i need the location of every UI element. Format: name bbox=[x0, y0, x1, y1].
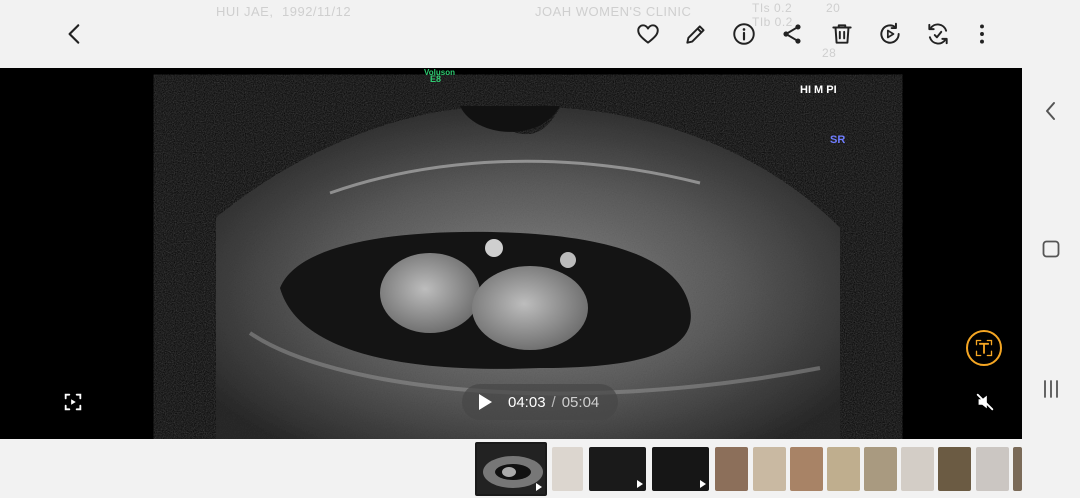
capture-frame-button[interactable] bbox=[55, 384, 91, 420]
thumbnail[interactable] bbox=[976, 447, 1009, 491]
delete-button[interactable] bbox=[822, 14, 862, 54]
patient-name: HUI JAE, bbox=[216, 4, 274, 19]
play-icon bbox=[479, 394, 492, 410]
filmstrip bbox=[0, 439, 1022, 498]
volume-mute-icon bbox=[976, 393, 994, 411]
video-effect-button[interactable] bbox=[870, 14, 910, 54]
favorite-button[interactable] bbox=[628, 14, 668, 54]
video-play-icon bbox=[536, 483, 542, 491]
current-time: 04:03 bbox=[508, 393, 546, 411]
nav-recents-button[interactable] bbox=[1036, 374, 1066, 404]
share-icon bbox=[783, 24, 801, 44]
overlay-number-top: 20 bbox=[826, 1, 841, 15]
edit-button[interactable] bbox=[676, 14, 716, 54]
home-square-icon bbox=[1042, 240, 1060, 258]
thumbnail-selected[interactable] bbox=[475, 442, 547, 496]
thumbnail[interactable] bbox=[652, 447, 709, 491]
remaster-button[interactable] bbox=[918, 14, 958, 54]
share-button[interactable] bbox=[772, 14, 812, 54]
preset-label: HI M PI bbox=[800, 84, 837, 96]
more-options-button[interactable] bbox=[962, 14, 1002, 54]
nav-home-button[interactable] bbox=[1036, 234, 1066, 264]
rotate-play-icon bbox=[880, 22, 900, 44]
tis-value: TIs 0.2 bbox=[752, 1, 793, 15]
trash-icon bbox=[832, 24, 852, 44]
info-icon bbox=[733, 23, 755, 45]
system-nav-bar bbox=[1022, 0, 1080, 498]
thumbnail[interactable] bbox=[827, 447, 860, 491]
text-extract-button[interactable] bbox=[966, 330, 1002, 366]
pencil-icon bbox=[686, 25, 705, 44]
text-recognition-icon bbox=[975, 339, 993, 357]
play-button[interactable] bbox=[462, 384, 508, 420]
thumbnail[interactable] bbox=[1013, 447, 1022, 491]
recents-icon bbox=[1044, 380, 1058, 398]
time-separator: / bbox=[551, 393, 556, 411]
video-viewer[interactable]: Voluson E8 HI M PI SR 25 04:03 / 05:04 bbox=[0, 68, 1022, 439]
sync-icon bbox=[928, 23, 948, 45]
video-player-controls: 04:03 / 05:04 bbox=[462, 384, 618, 420]
mute-button[interactable] bbox=[967, 384, 1003, 420]
back-button[interactable] bbox=[55, 14, 95, 54]
chevron-left-icon bbox=[1046, 102, 1055, 120]
video-play-icon bbox=[637, 480, 643, 488]
thumbnail[interactable] bbox=[552, 447, 583, 491]
thumbnail[interactable] bbox=[864, 447, 897, 491]
patient-date: 1992/11/12 bbox=[282, 4, 352, 19]
thumbnail[interactable] bbox=[715, 447, 748, 491]
e8-label: E8 bbox=[430, 74, 442, 84]
more-vertical-icon bbox=[980, 24, 984, 44]
thumbnail[interactable] bbox=[753, 447, 786, 491]
total-time: 05:04 bbox=[561, 393, 600, 411]
video-play-icon bbox=[700, 480, 706, 488]
thumbnail[interactable] bbox=[901, 447, 934, 491]
thumbnail[interactable] bbox=[790, 447, 823, 491]
chevron-left-icon bbox=[68, 24, 80, 44]
thumbnail[interactable] bbox=[938, 447, 971, 491]
nav-back-button[interactable] bbox=[1036, 96, 1066, 126]
sr-label: SR bbox=[830, 134, 846, 146]
thumbnail[interactable] bbox=[589, 447, 646, 491]
details-button[interactable] bbox=[724, 14, 764, 54]
heart-icon bbox=[637, 24, 659, 44]
top-toolbar: HUI JAE, 1992/11/12 JOAH WOMEN'S CLINIC … bbox=[0, 0, 1022, 68]
capture-icon bbox=[64, 393, 82, 411]
